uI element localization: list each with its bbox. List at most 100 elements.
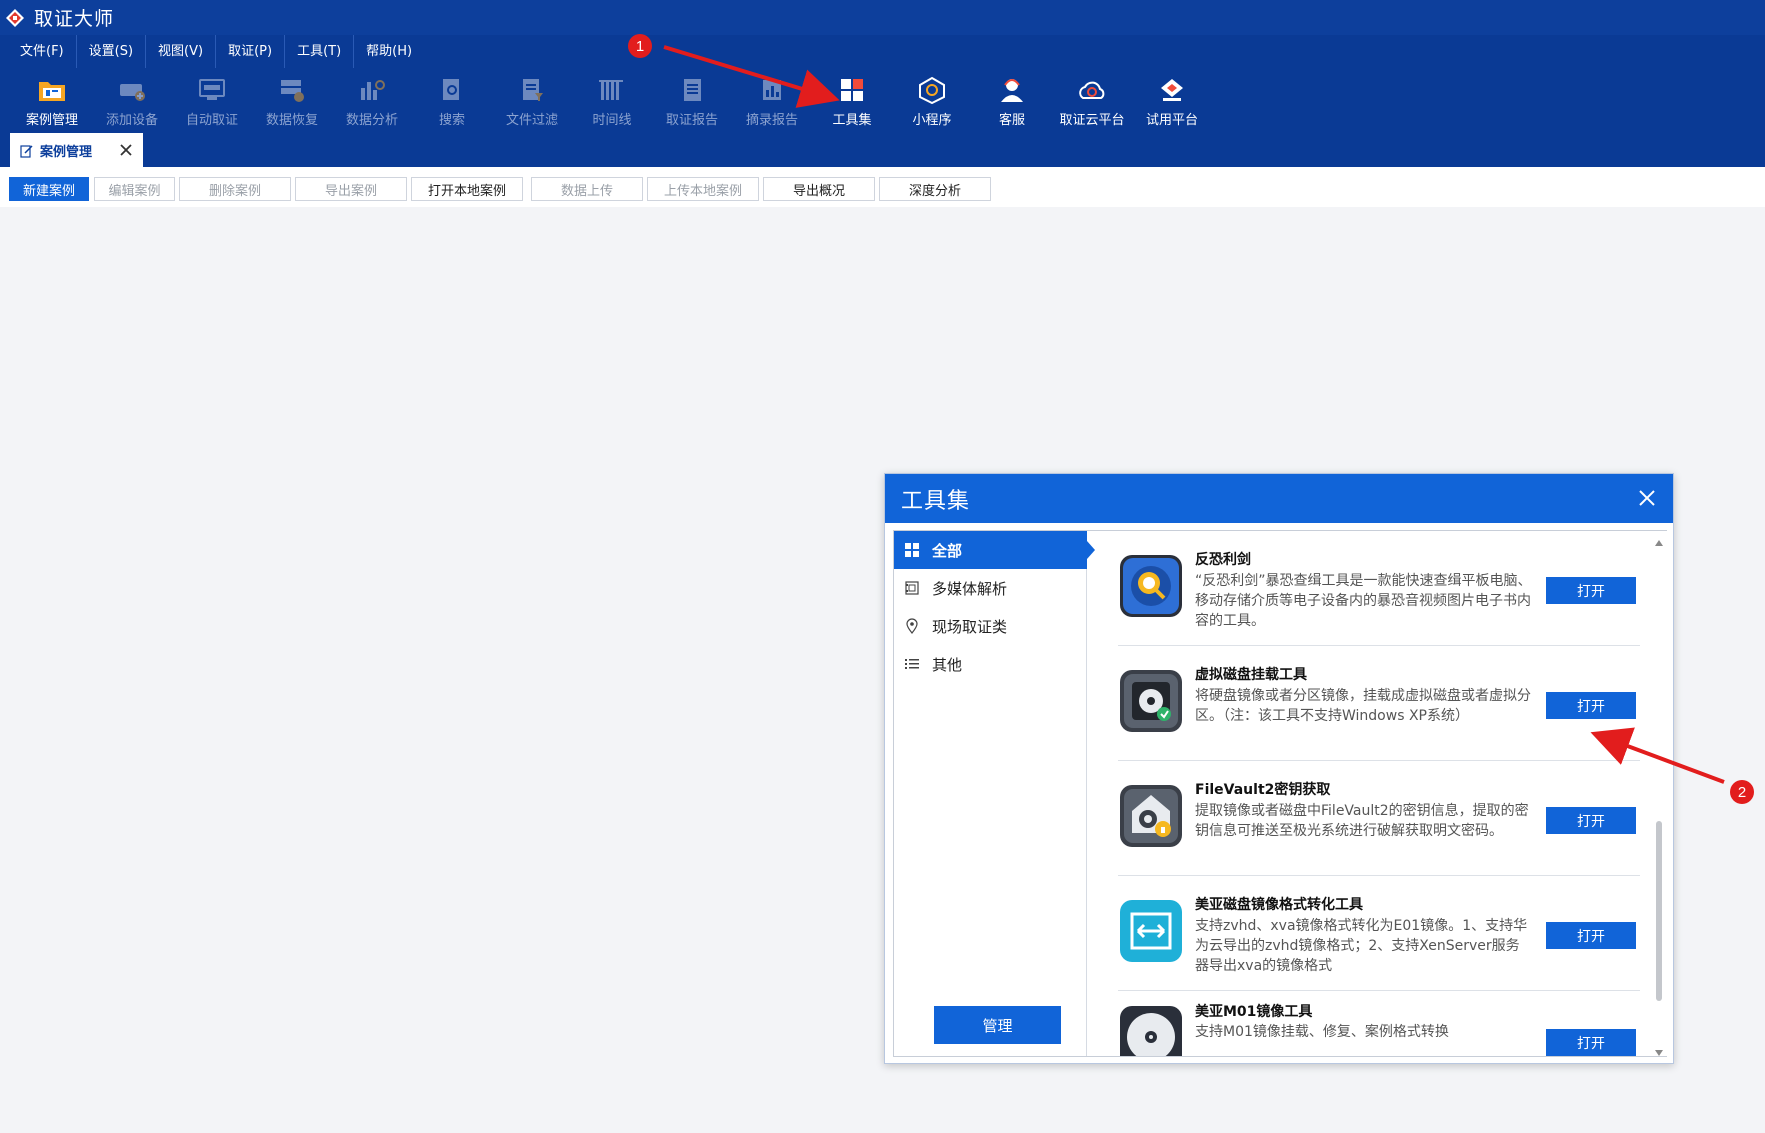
toolbar-auto-forensics-button[interactable]: 自动取证 <box>172 68 252 130</box>
tool-item: 虚拟磁盘挂载工具 将硬盘镜像或者分区镜像，挂载成虚拟磁盘或者虚拟分区。（注：该工… <box>1118 646 1640 761</box>
toolset-grid-icon <box>836 74 868 106</box>
annotation-marker-1: 1 <box>628 34 652 58</box>
m01-image-disc-icon <box>1118 1004 1184 1056</box>
tool-description: 提取镜像或者磁盘中FileVault2的密钥信息，提取的密钥信息可推送至极光系统… <box>1195 803 1529 839</box>
anti-terror-sword-icon <box>1118 553 1184 619</box>
tab-case-management[interactable]: 案例管理 <box>10 133 143 167</box>
mini-program-icon <box>916 74 948 106</box>
data-upload-button[interactable]: 数据上传 <box>531 177 643 201</box>
delete-case-button[interactable]: 删除案例 <box>179 177 291 201</box>
menu-file[interactable]: 文件(F) <box>8 35 77 68</box>
menu-tools[interactable]: 工具(T) <box>285 35 355 68</box>
tab-close-icon[interactable] <box>117 141 135 159</box>
tool-open-button[interactable]: 打开 <box>1546 807 1636 834</box>
toolbar-mini-program-button[interactable]: 小程序 <box>892 68 972 130</box>
list-icon <box>904 656 920 672</box>
dialog-header: 工具集 <box>885 474 1673 523</box>
forensic-report-icon <box>676 74 708 106</box>
manage-button[interactable]: 管理 <box>934 1006 1061 1044</box>
case-folder-icon <box>36 74 68 106</box>
menu-view[interactable]: 视图(V) <box>146 35 217 68</box>
cloud-platform-icon <box>1076 74 1108 106</box>
tool-item: 反恐利剑 “反恐利剑”暴恐查缉工具是一款能快速查缉平板电脑、移动存储介质等电子设… <box>1118 531 1640 646</box>
menu-bar: 文件(F) 设置(S) 视图(V) 取证(P) 工具(T) 帮助(H) <box>0 35 1765 68</box>
tool-open-button[interactable]: 打开 <box>1546 577 1636 604</box>
toolbar-trial-platform-button[interactable]: 试用平台 <box>1132 68 1212 130</box>
tool-name: 美亚磁盘镜像格式转化工具 <box>1195 897 1363 913</box>
virtual-disk-mount-icon <box>1118 668 1184 734</box>
edit-case-button[interactable]: 编辑案例 <box>94 177 175 201</box>
toolbar-data-recovery-button[interactable]: 数据恢复 <box>252 68 332 130</box>
toolbar-cloud-platform-button[interactable]: 取证云平台 <box>1052 68 1132 130</box>
toolbar-data-analysis-button[interactable]: 数据分析 <box>332 68 412 130</box>
tool-name: 美亚M01镜像工具 <box>1195 1004 1313 1020</box>
menu-forensics[interactable]: 取证(P) <box>216 35 286 68</box>
toolbar-excerpt-report-button[interactable]: 摘录报告 <box>732 68 812 130</box>
menu-settings[interactable]: 设置(S) <box>77 35 147 68</box>
main-toolbar: 案例管理 添加设备 自动取证 数据恢复 数据分析 搜索 文件过滤 时间线 取证报… <box>0 68 1765 130</box>
scroll-up-arrow-icon[interactable] <box>1654 533 1664 546</box>
auto-forensics-icon <box>196 74 228 106</box>
category-all[interactable]: 全部 <box>894 531 1087 569</box>
tool-open-button[interactable]: 打开 <box>1546 692 1636 719</box>
toolbar-add-device-button[interactable]: 添加设备 <box>92 68 172 130</box>
toolbar-forensic-report-button[interactable]: 取证报告 <box>652 68 732 130</box>
data-recovery-icon <box>276 74 308 106</box>
toolbar-toolset-button[interactable]: 工具集 <box>812 68 892 130</box>
annotation-marker-2: 2 <box>1730 780 1754 804</box>
toolbar-file-filter-button[interactable]: 文件过滤 <box>492 68 572 130</box>
dialog-body: 全部 多媒体解析 现场取证类 其他 管理 反恐利剑 “反恐利剑”暴恐查缉工具是一… <box>893 530 1667 1057</box>
tool-open-button[interactable]: 打开 <box>1546 922 1636 949</box>
excerpt-report-icon <box>756 74 788 106</box>
file-filter-icon <box>516 74 548 106</box>
tool-description: “反恐利剑”暴恐查缉工具是一款能快速查缉平板电脑、移动存储介质等电子设备内的暴恐… <box>1195 573 1532 629</box>
film-icon <box>904 580 920 596</box>
tool-item: 美亚磁盘镜像格式转化工具 支持zvhd、xva镜像格式转化为E01镜像。1、支持… <box>1118 876 1640 991</box>
toolbar-search-button[interactable]: 搜索 <box>412 68 492 130</box>
tool-name: 反恐利剑 <box>1195 552 1251 568</box>
edit-document-icon <box>20 143 34 158</box>
data-analysis-icon <box>356 74 388 106</box>
tool-open-button[interactable]: 打开 <box>1546 1029 1636 1056</box>
tool-item: FileVault2密钥获取 提取镜像或者磁盘中FileVault2的密钥信息，… <box>1118 761 1640 876</box>
category-multimedia[interactable]: 多媒体解析 <box>894 569 1087 607</box>
scroll-thumb[interactable] <box>1656 821 1662 1001</box>
category-other[interactable]: 其他 <box>894 645 1087 683</box>
grid-icon <box>904 542 920 558</box>
app-title: 取证大师 <box>34 8 115 30</box>
search-icon <box>436 74 468 106</box>
open-local-case-button[interactable]: 打开本地案例 <box>411 177 523 201</box>
add-device-icon <box>116 74 148 106</box>
tool-name: 虚拟磁盘挂载工具 <box>1195 667 1307 683</box>
tool-item: 美亚M01镜像工具 支持M01镜像挂载、修复、案例格式转换 打开 <box>1118 991 1640 1056</box>
toolset-dialog: 工具集 全部 多媒体解析 现场取证类 其他 管理 反恐利剑 “反恐利剑”暴恐查缉… <box>884 473 1674 1064</box>
upload-local-case-button[interactable]: 上传本地案例 <box>647 177 759 201</box>
case-action-bar: 新建案例 编辑案例 删除案例 导出案例 打开本地案例 数据上传 上传本地案例 导… <box>0 167 1765 207</box>
tool-name: FileVault2密钥获取 <box>1195 782 1331 798</box>
toolbar-case-management-button[interactable]: 案例管理 <box>12 68 92 130</box>
category-onsite-forensics[interactable]: 现场取证类 <box>894 607 1087 645</box>
export-case-button[interactable]: 导出案例 <box>295 177 407 201</box>
export-overview-button[interactable]: 导出概况 <box>763 177 875 201</box>
image-format-convert-icon <box>1118 898 1184 964</box>
customer-service-icon <box>996 74 1028 106</box>
filevault-key-icon <box>1118 783 1184 849</box>
category-sidebar: 全部 多媒体解析 现场取证类 其他 管理 <box>894 531 1095 1056</box>
title-bar: 取证大师 <box>0 0 1765 35</box>
tool-description: 支持zvhd、xva镜像格式转化为E01镜像。1、支持华为云导出的zvhd镜像格… <box>1195 918 1528 974</box>
app-logo-icon <box>4 7 26 29</box>
timeline-icon <box>596 74 628 106</box>
location-pin-icon <box>904 618 920 634</box>
tool-list-scrollbar[interactable] <box>1650 531 1667 1056</box>
dialog-close-icon[interactable] <box>1637 488 1657 508</box>
tool-description: 支持M01镜像挂载、修复、案例格式转换 <box>1195 1024 1449 1040</box>
tool-description: 将硬盘镜像或者分区镜像，挂载成虚拟磁盘或者虚拟分区。（注：该工具不支持Windo… <box>1195 688 1531 724</box>
deep-analysis-button[interactable]: 深度分析 <box>879 177 991 201</box>
scroll-down-arrow-icon[interactable] <box>1654 1043 1664 1056</box>
toolbar-timeline-button[interactable]: 时间线 <box>572 68 652 130</box>
menu-help[interactable]: 帮助(H) <box>354 35 424 68</box>
tool-list: 反恐利剑 “反恐利剑”暴恐查缉工具是一款能快速查缉平板电脑、移动存储介质等电子设… <box>1088 531 1650 1056</box>
new-case-button[interactable]: 新建案例 <box>9 177 89 201</box>
tab-strip: 案例管理 <box>0 130 1765 167</box>
toolbar-customer-service-button[interactable]: 客服 <box>972 68 1052 130</box>
